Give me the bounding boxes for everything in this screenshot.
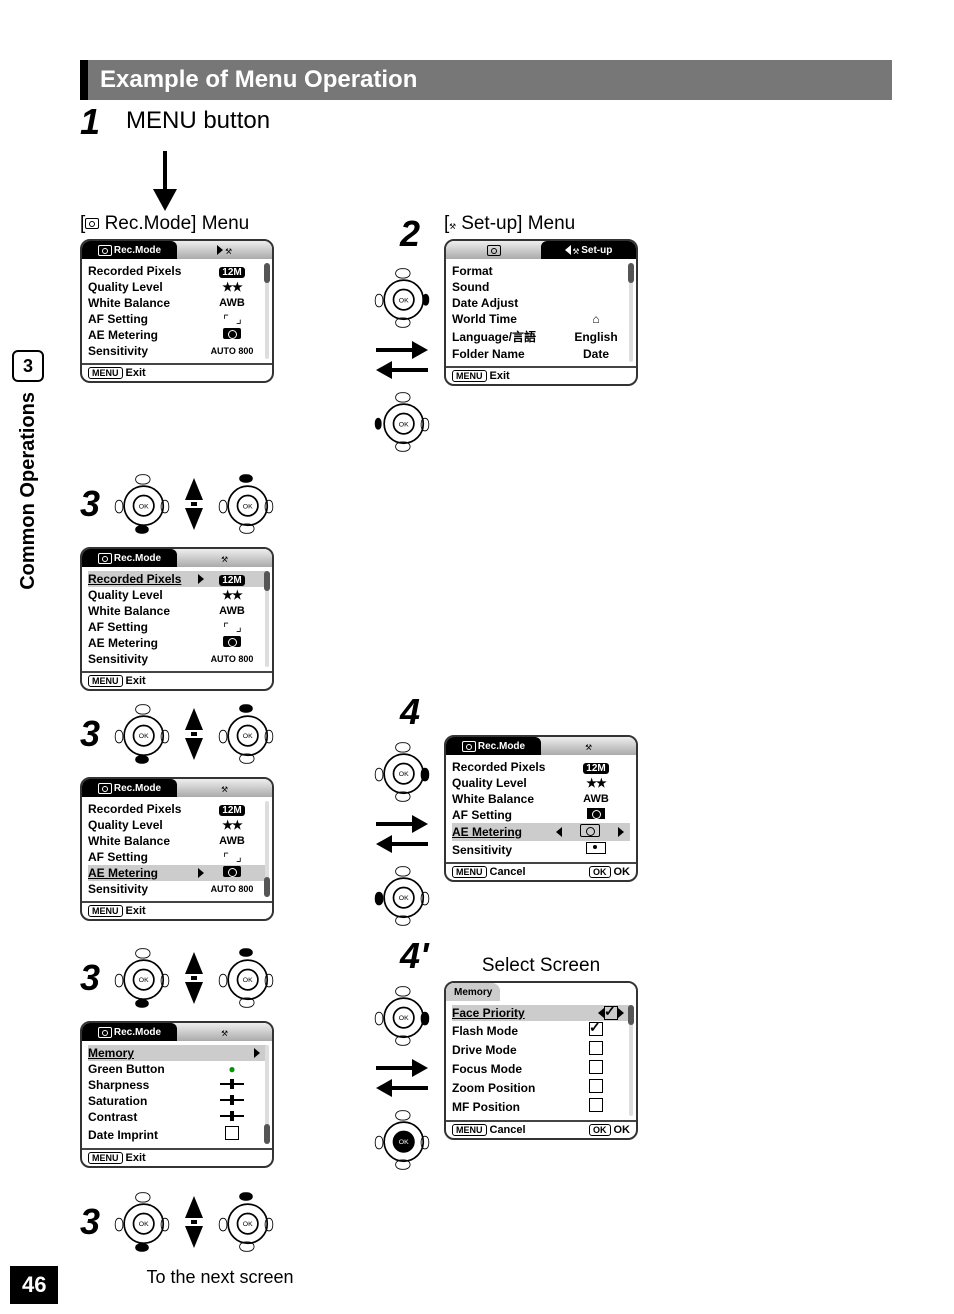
dpad-icon: OK <box>118 471 166 537</box>
lcd-ae-metering: Rec.Mode ⚒ Recorded Pixels12M Quality Le… <box>444 735 638 882</box>
lcd-setup: ⚒Set-up Format Sound Date Adjust World T… <box>444 239 638 386</box>
lcd-rec-mode-1: Rec.Mode ⚒ Recorded Pixels12M Quality Le… <box>80 239 274 383</box>
lcd-rec-mode-3: Rec.Mode ⚒ Recorded Pixels12M Quality Le… <box>80 777 274 921</box>
step-3-num: 3 <box>80 713 110 755</box>
rec-mode-menu-label: [ Rec.Mode] Menu <box>80 213 360 235</box>
arrow-right-icon <box>376 343 428 357</box>
step-3-num: 3 <box>80 957 110 999</box>
camera-icon <box>85 218 99 229</box>
to-next-screen: To the next screen <box>80 1267 360 1288</box>
heading: Example of Menu Operation <box>80 60 892 100</box>
step-1-text: MENU button <box>126 107 270 135</box>
home-icon: ⌂ <box>568 312 624 326</box>
dpad-icon: OK <box>222 471 270 537</box>
lcd-rec-mode-4: Rec.Mode ⚒ Memory Green Button● Sharpnes… <box>80 1021 274 1168</box>
page-number: 46 <box>10 1266 58 1304</box>
step-4-num: 4 <box>400 691 430 733</box>
dpad-icon: OK <box>378 265 426 331</box>
side-tab-index: 3 <box>12 350 44 382</box>
side-tab-title: Common Operations <box>17 392 40 590</box>
step-3-num: 3 <box>80 483 110 525</box>
updown-arrow-icon <box>174 478 214 530</box>
arrow-left-icon <box>376 363 428 377</box>
lcd-rec-mode-2: Rec.Mode ⚒ Recorded Pixels12M Quality Le… <box>80 547 274 691</box>
lcd-memory: Memory Face Priority Flash Mode Drive Mo… <box>444 981 638 1140</box>
step-3-num: 3 <box>80 1201 110 1243</box>
side-tab: 3 Common Operations <box>12 350 44 590</box>
dpad-icon: OK <box>378 389 426 455</box>
tool-icon: ⚒ <box>449 219 456 232</box>
step-1-num: 1 <box>80 101 110 143</box>
step-4prime-num: 4' <box>400 935 430 977</box>
step-2-num: 2 <box>400 213 430 255</box>
select-screen-label: Select Screen <box>444 955 638 977</box>
setup-menu-label: [⚒ Set-up] Menu <box>444 213 638 235</box>
